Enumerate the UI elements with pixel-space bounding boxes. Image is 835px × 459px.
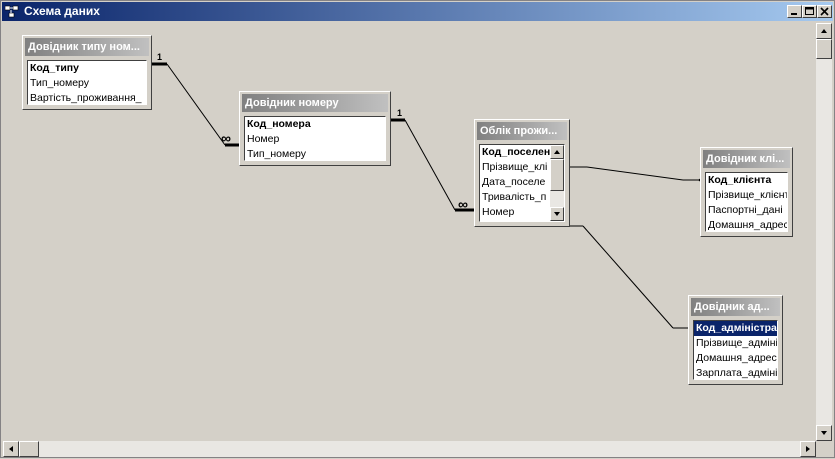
field-item[interactable]: Тип_номеру bbox=[28, 76, 146, 91]
field-item[interactable]: Код_клієнта bbox=[706, 173, 787, 188]
scroll-down-button[interactable] bbox=[816, 425, 832, 441]
field-item[interactable]: Дата_поселе bbox=[480, 175, 550, 190]
relationship-one-label: 1 bbox=[397, 108, 402, 118]
field-item[interactable]: Прізвище_адміні bbox=[694, 336, 777, 351]
arrow-right-icon bbox=[806, 446, 810, 452]
table-title[interactable]: Довідник ад... bbox=[691, 298, 780, 316]
table-room-type[interactable]: Довідник типу ном... Код_типу Тип_номеру… bbox=[22, 35, 152, 110]
table-admin[interactable]: Довідник ад... Код_адміністра Прізвище_а… bbox=[688, 295, 783, 385]
arrow-down-icon bbox=[554, 212, 560, 216]
relationships-canvas[interactable]: 1 ∞ 1 ∞ Довідник типу ном... Код_типу Ти… bbox=[3, 23, 816, 441]
minimize-icon bbox=[791, 13, 797, 15]
field-item[interactable]: Прізвище_клі bbox=[480, 160, 550, 175]
field-item[interactable]: Домашня_адрес bbox=[694, 351, 777, 366]
table-client[interactable]: Довідник клі... Код_клієнта Прізвище_клі… bbox=[700, 147, 793, 237]
field-item[interactable]: Прізвище_клієнт bbox=[706, 188, 787, 203]
table-title[interactable]: Облік прожи... bbox=[477, 122, 567, 140]
field-item[interactable]: Номер bbox=[480, 205, 550, 220]
field-list[interactable]: Код_адміністра Прізвище_адміні Домашня_а… bbox=[693, 320, 778, 380]
window-title: Схема даних bbox=[24, 4, 100, 18]
scroll-up-button[interactable] bbox=[550, 145, 564, 159]
scroll-down-button[interactable] bbox=[550, 207, 564, 221]
table-settlement[interactable]: Облік прожи... Код_поселен Прізвище_клі … bbox=[474, 119, 570, 227]
arrow-up-icon bbox=[554, 150, 560, 154]
field-item[interactable]: Номер bbox=[245, 132, 385, 147]
arrow-down-icon bbox=[821, 431, 827, 435]
maximize-button[interactable] bbox=[802, 5, 817, 18]
horizontal-scrollbar[interactable] bbox=[3, 441, 816, 457]
title-bar[interactable]: Схема даних bbox=[2, 2, 833, 21]
field-item[interactable]: Вартість_проживання_ bbox=[28, 91, 146, 104]
minimize-button[interactable] bbox=[787, 5, 802, 18]
arrow-up-icon bbox=[821, 29, 827, 33]
relationship-settlement-client[interactable] bbox=[569, 166, 702, 182]
relationship-many-label: ∞ bbox=[458, 196, 468, 212]
field-item[interactable]: Тривалість_п bbox=[480, 190, 550, 205]
field-item[interactable]: Код_поселен bbox=[480, 145, 550, 160]
scroll-thumb[interactable] bbox=[550, 159, 564, 191]
close-icon bbox=[820, 7, 829, 16]
relationship-roomtype-room[interactable]: 1 ∞ bbox=[149, 52, 239, 147]
scroll-up-button[interactable] bbox=[816, 23, 832, 39]
field-list[interactable]: Код_клієнта Прізвище_клієнт Паспортні_да… bbox=[705, 172, 788, 232]
arrow-left-icon bbox=[9, 446, 13, 452]
relationship-one-label: 1 bbox=[157, 52, 162, 62]
field-item[interactable]: Код_номера bbox=[245, 117, 385, 132]
table-title[interactable]: Довідник номеру bbox=[242, 94, 388, 112]
table-room[interactable]: Довідник номеру Код_номера Номер Тип_ном… bbox=[239, 91, 391, 166]
scroll-left-button[interactable] bbox=[3, 441, 19, 457]
table-title[interactable]: Довідник клі... bbox=[703, 150, 790, 168]
scroll-thumb[interactable] bbox=[19, 441, 39, 457]
maximize-icon bbox=[805, 7, 814, 15]
relationship-settlement-admin[interactable] bbox=[569, 225, 692, 330]
field-list-scrollbar[interactable] bbox=[550, 145, 564, 221]
relationship-room-settlement[interactable]: 1 ∞ bbox=[389, 108, 474, 212]
field-item[interactable]: Зарплата_адміні bbox=[694, 366, 777, 379]
field-item[interactable]: Домашня_адрес bbox=[706, 218, 787, 231]
field-item[interactable]: Паспортні_дані bbox=[706, 203, 787, 218]
size-grip[interactable] bbox=[816, 441, 832, 457]
scroll-right-button[interactable] bbox=[800, 441, 816, 457]
field-list[interactable]: Код_типу Тип_номеру Вартість_проживання_ bbox=[27, 60, 147, 105]
vertical-scrollbar[interactable] bbox=[816, 23, 832, 441]
relationships-window: Схема даних 1 ∞ 1 ∞ Довідник типу ном...… bbox=[0, 0, 835, 458]
field-item[interactable]: Код_типу bbox=[28, 61, 146, 76]
field-list[interactable]: Код_поселен Прізвище_клі Дата_поселе Три… bbox=[479, 144, 565, 222]
relationships-icon bbox=[5, 5, 19, 18]
scroll-thumb[interactable] bbox=[816, 39, 832, 59]
relationship-many-label: ∞ bbox=[221, 130, 231, 146]
field-item-selected[interactable]: Код_адміністра bbox=[694, 321, 777, 336]
close-button[interactable] bbox=[817, 5, 832, 18]
field-item[interactable]: Тип_номеру bbox=[245, 147, 385, 160]
table-title[interactable]: Довідник типу ном... bbox=[25, 38, 149, 56]
field-list[interactable]: Код_номера Номер Тип_номеру bbox=[244, 116, 386, 161]
